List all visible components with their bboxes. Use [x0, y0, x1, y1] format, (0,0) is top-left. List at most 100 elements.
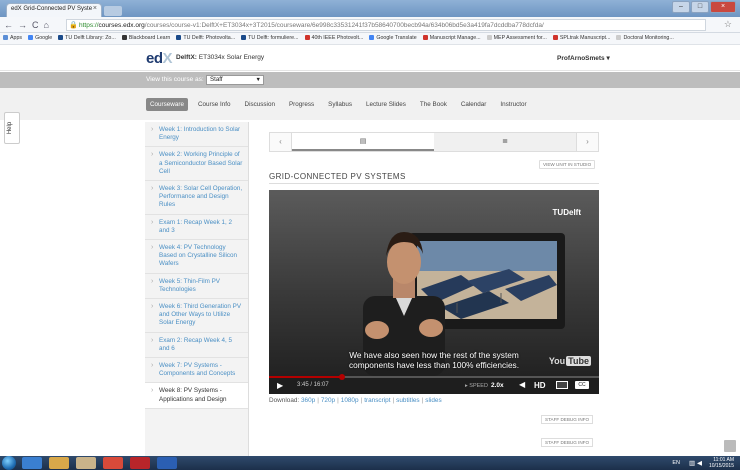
download-link[interactable]: slides: [425, 397, 441, 404]
sidebar-item-week[interactable]: Week 8: PV Systems - Applications and De…: [145, 383, 248, 409]
word-icon[interactable]: [157, 457, 177, 469]
bookmark-star-icon[interactable]: ☆: [724, 19, 732, 30]
bookmark-item[interactable]: MEP Assessment for...: [486, 33, 547, 44]
bookmark-item[interactable]: Google: [28, 33, 52, 44]
tab-instructor[interactable]: Instructor: [496, 98, 530, 111]
tab-syllabus[interactable]: Syllabus: [324, 98, 356, 111]
download-link[interactable]: subtitles: [396, 397, 419, 404]
bookmark-icon: [28, 35, 34, 41]
start-button[interactable]: [2, 456, 16, 470]
address-bar-row: ← → C ⌂ 🔒 https://courses.edx.org/courses…: [0, 17, 740, 33]
bookmark-item[interactable]: TU Delft: Photovolta...: [176, 33, 235, 44]
bookmark-item[interactable]: SPLtrak Manuscript...: [552, 33, 610, 44]
tudelft-logo: TUDelft: [553, 208, 581, 217]
video-downloads: Download: 360p | 720p | 1080p | transcript | sub…: [269, 397, 442, 404]
window-controls: – □ ×: [672, 1, 736, 13]
closed-captions-icon[interactable]: CC: [575, 381, 589, 389]
user-menu[interactable]: ProfArnoSmets ▾: [557, 54, 610, 62]
hd-button[interactable]: HD: [534, 381, 546, 390]
play-icon[interactable]: ▶: [277, 381, 283, 390]
bookmark-item[interactable]: 40th IEEE Photovolt...: [304, 33, 363, 44]
sidebar-item-week[interactable]: Week 5: Thin-Film PV Technologies: [145, 274, 248, 300]
tab-calendar[interactable]: Calendar: [457, 98, 491, 111]
bookmark-item[interactable]: Blackboard Learn: [121, 33, 170, 44]
close-window-button[interactable]: ×: [710, 1, 736, 13]
sidebar-item-week[interactable]: Week 6: Third Generation PV and Other Wa…: [145, 299, 248, 333]
back-icon[interactable]: ←: [4, 20, 13, 30]
home-icon[interactable]: ⌂: [44, 20, 49, 30]
sequence-item-video[interactable]: ▤: [292, 133, 434, 151]
scroll-to-top-button[interactable]: [724, 440, 736, 452]
sidebar-item-week[interactable]: Exam 1: Recap Week 1, 2 and 3: [145, 215, 248, 241]
tab-progress[interactable]: Progress: [285, 98, 318, 111]
minimize-button[interactable]: –: [672, 1, 690, 13]
tray-icons[interactable]: ▥ ◀: [689, 459, 702, 467]
tab-lecture-slides[interactable]: Lecture Slides: [362, 98, 410, 111]
maximize-button[interactable]: □: [691, 1, 709, 13]
sidebar-item-week[interactable]: Week 2: Working Principle of a Semicondu…: [145, 147, 248, 182]
staff-debug-button[interactable]: STAFF DEBUG INFO: [541, 415, 594, 424]
bookmarks-bar: Apps Google TU Delft Library: Zo... Blackbo…: [0, 33, 740, 45]
browser-tab[interactable]: edX Grid-Connected PV Syste ×: [6, 3, 102, 17]
network-icon[interactable]: ▥: [689, 460, 695, 467]
bookmark-item[interactable]: Google Translate: [369, 33, 417, 44]
video-progress-slider[interactable]: [269, 374, 599, 380]
speed-button[interactable]: ▸ SPEED 2.0x: [465, 382, 504, 389]
sequence-item-problem[interactable]: ≣: [434, 133, 576, 151]
language-indicator[interactable]: EN: [672, 460, 680, 466]
tab-courseware[interactable]: Courseware: [146, 98, 188, 111]
help-tab[interactable]: Help: [4, 112, 20, 144]
chrome-icon[interactable]: [103, 457, 123, 469]
bookmark-icon: [486, 35, 492, 41]
sequence-next-button[interactable]: ›: [576, 133, 598, 151]
bookmark-item[interactable]: Manuscript Manage...: [422, 33, 481, 44]
view-in-studio-button[interactable]: VIEW UNIT IN STUDIO: [539, 160, 596, 169]
tab-course-info[interactable]: Course Info: [194, 98, 235, 111]
clock[interactable]: 11:01 AM 10/15/2015: [709, 457, 734, 469]
url-host: courses.edx.org: [98, 22, 145, 29]
video-unit-icon: ▤: [359, 138, 367, 145]
sidebar-item-week[interactable]: Week 4: PV Technology Based on Crystalli…: [145, 240, 248, 274]
edx-logo[interactable]: edX: [146, 50, 173, 67]
sidebar-item-week[interactable]: Week 1: Introduction to Solar Energy: [145, 122, 248, 148]
ie-icon[interactable]: [22, 457, 42, 469]
youtube-logo[interactable]: You Tube: [549, 356, 591, 366]
download-link[interactable]: 1080p: [341, 397, 359, 404]
sidebar-item-week[interactable]: Week 3: Solar Cell Operation, Performanc…: [145, 181, 248, 215]
separator: |: [360, 397, 363, 404]
view-as-select[interactable]: Staff ▼: [206, 75, 264, 85]
tab-the-book[interactable]: The Book: [416, 98, 451, 111]
bookmark-item[interactable]: Doctoral Monitoring...: [616, 33, 674, 44]
bookmark-item[interactable]: TU Delft Library: Zo...: [58, 33, 116, 44]
bookmark-item[interactable]: TU Delft: formuliere...: [241, 33, 299, 44]
new-tab-button[interactable]: [104, 6, 122, 16]
download-link[interactable]: transcript: [364, 397, 390, 404]
problem-unit-icon: ≣: [502, 138, 508, 145]
forward-icon[interactable]: →: [18, 20, 27, 30]
sidebar-item-week[interactable]: Exam 2: Recap Week 4, 5 and 6: [145, 333, 248, 359]
staff-debug-button[interactable]: STAFF DEBUG INFO: [541, 438, 594, 447]
tab-close-icon[interactable]: ×: [93, 5, 97, 12]
libraries-icon[interactable]: [76, 457, 96, 469]
reload-icon[interactable]: C: [32, 20, 39, 30]
bookmark-icon: [176, 35, 182, 41]
tudelft-logo-text: TUDelft: [552, 208, 581, 217]
download-link[interactable]: 360p: [301, 397, 315, 404]
video-controls: ▶ 3:45 / 16:07 ▸ SPEED 2.0x ◀ HD CC: [269, 374, 599, 394]
video-progress-handle[interactable]: [338, 374, 345, 380]
separator: |: [317, 397, 319, 404]
browser-titlebar: edX Grid-Connected PV Syste × – □ ×: [0, 0, 740, 17]
explorer-icon[interactable]: [49, 457, 69, 469]
volume-tray-icon[interactable]: ◀: [697, 460, 702, 467]
edx-page: edX DelftX: ET3034x Solar Energy ProfArn…: [0, 45, 740, 458]
fullscreen-icon[interactable]: [556, 381, 568, 389]
url-input[interactable]: 🔒 https://courses.edx.org/courses/course-…: [66, 19, 706, 31]
volume-icon[interactable]: ◀: [519, 380, 525, 389]
download-link[interactable]: 720p: [321, 397, 335, 404]
tab-discussion[interactable]: Discussion: [241, 98, 279, 111]
video-player[interactable]: TUDelft We have also seen how the rest o…: [269, 190, 599, 394]
sequence-prev-button[interactable]: ‹: [270, 133, 292, 151]
acrobat-icon[interactable]: [130, 457, 150, 469]
sidebar-item-week[interactable]: Week 7: PV Systems - Components and Conc…: [145, 358, 248, 384]
bookmark-item[interactable]: Apps: [3, 33, 22, 44]
